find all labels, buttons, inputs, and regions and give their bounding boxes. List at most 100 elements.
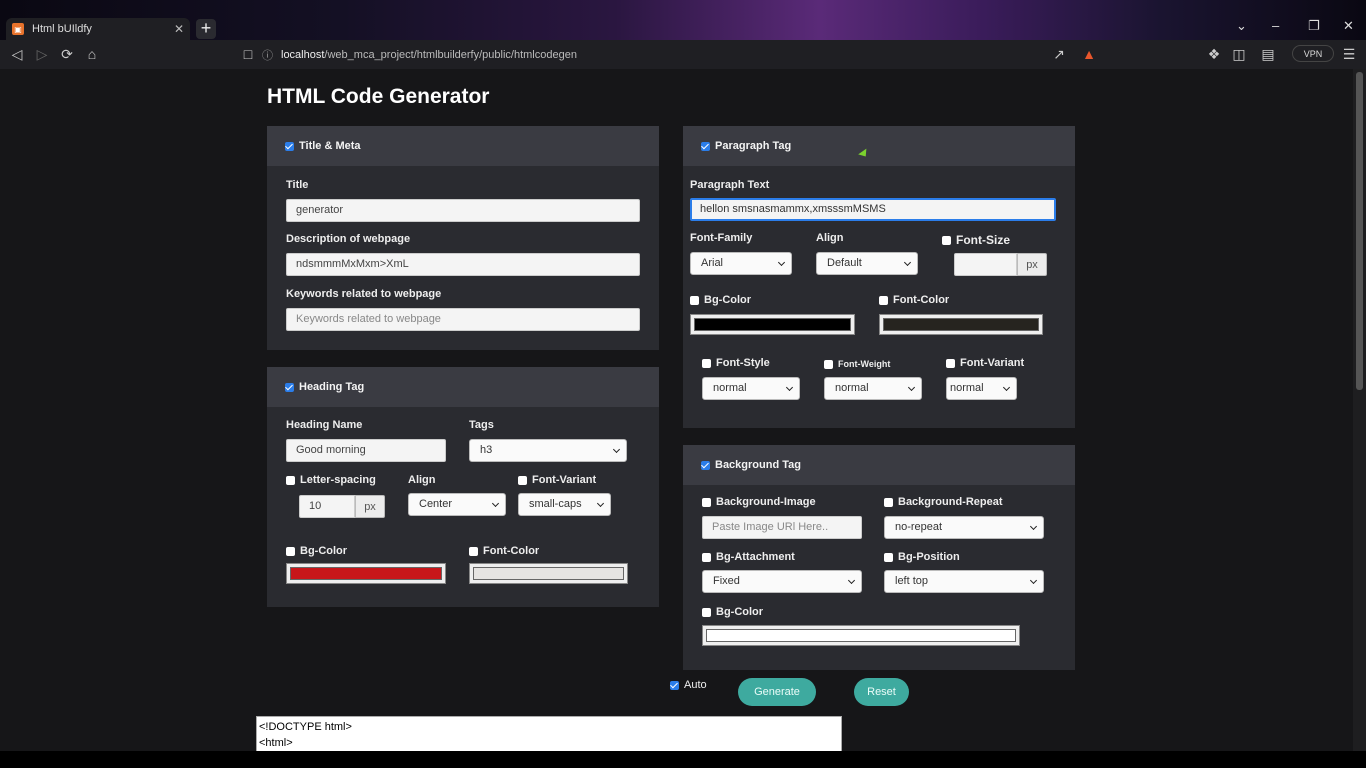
letter-spacing-input[interactable]: 10 — [299, 495, 355, 518]
heading-align-label: Align — [408, 474, 436, 486]
background-tag-checkbox[interactable] — [701, 460, 710, 470]
vpn-label: VPN — [1303, 48, 1323, 59]
font-weight-select[interactable]: normal — [824, 377, 922, 400]
bg-position-label: Bg-Position — [884, 551, 960, 563]
sidebar-icon[interactable]: ◫ — [1231, 46, 1247, 62]
paragraph-bg-color-checkbox[interactable] — [690, 295, 699, 305]
extensions-icon[interactable]: ❖ — [1206, 46, 1222, 62]
reset-button[interactable]: Reset — [854, 678, 909, 706]
paragraph-font-variant-checkbox[interactable] — [946, 358, 955, 368]
reload-icon[interactable]: ⟳ — [59, 46, 75, 62]
heading-bg-color-picker[interactable] — [286, 563, 446, 584]
bg-attachment-label: Bg-Attachment — [702, 551, 795, 563]
url-path: /web_mca_project/htmlbuilderfy/public/ht… — [324, 48, 577, 61]
home-icon[interactable]: ⌂ — [84, 46, 100, 62]
scrollbar-thumb[interactable] — [1356, 72, 1363, 390]
url-host: localhost — [281, 48, 325, 61]
generate-button[interactable]: Generate — [738, 678, 816, 706]
background-tag-header: Background Tag — [683, 445, 1075, 485]
auto-checkbox[interactable] — [670, 680, 679, 690]
bg-attachment-select[interactable]: Fixed — [702, 570, 862, 593]
background-repeat-select[interactable]: no-repeat — [884, 516, 1044, 539]
font-style-checkbox[interactable] — [702, 358, 711, 368]
page-scrollbar[interactable] — [1353, 69, 1366, 751]
heading-bg-color-checkbox[interactable] — [286, 546, 295, 556]
paragraph-tag-header: Paragraph Tag — [683, 126, 1075, 166]
font-size-label: Font-Size — [942, 233, 1010, 247]
code-line-1: <!DOCTYPE html> — [259, 721, 352, 733]
font-size-checkbox[interactable] — [942, 236, 951, 246]
close-tab-icon[interactable]: ✕ — [174, 22, 184, 36]
paragraph-align-select[interactable]: Default — [816, 252, 918, 275]
heading-tag-checkbox[interactable] — [285, 382, 294, 392]
font-size-unit: px — [1017, 253, 1047, 276]
paragraph-bg-color-fill — [694, 318, 851, 331]
tab-search-icon[interactable]: ⌄ — [1236, 18, 1247, 34]
font-family-label: Font-Family — [690, 232, 753, 244]
menu-icon[interactable]: ☰ — [1341, 46, 1357, 62]
browser-tab[interactable]: ▣ Html bUIldfy ✕ — [6, 18, 190, 40]
paragraph-font-color-picker[interactable] — [879, 314, 1043, 335]
font-family-select[interactable]: Arial — [690, 252, 792, 275]
minimize-icon[interactable]: – — [1272, 18, 1279, 33]
vpn-button[interactable]: VPN — [1292, 45, 1334, 62]
keywords-input[interactable]: Keywords related to webpage — [286, 308, 640, 331]
background-repeat-checkbox[interactable] — [884, 497, 893, 507]
bottom-bar — [0, 751, 1366, 768]
address-bar[interactable]: ⓘ localhost/web_mca_project/htmlbuilderf… — [262, 44, 1078, 65]
wallet-icon[interactable]: ▤ — [1260, 46, 1276, 62]
title-meta-checkbox[interactable] — [285, 141, 294, 151]
heading-align-select[interactable]: Center — [408, 493, 506, 516]
background-image-checkbox[interactable] — [702, 497, 711, 507]
bg-position-checkbox[interactable] — [884, 552, 893, 562]
tags-select[interactable]: h3 — [469, 439, 627, 462]
heading-font-variant-checkbox[interactable] — [518, 475, 527, 485]
paragraph-font-color-label: Font-Color — [879, 294, 949, 306]
forward-icon[interactable]: ▷ — [34, 46, 50, 62]
description-input[interactable]: ndsmmmMxMxm>XmL — [286, 253, 640, 276]
heading-name-input[interactable]: Good morning — [286, 439, 446, 462]
letter-spacing-unit: px — [355, 495, 385, 518]
heading-tag-label: Heading Tag — [299, 381, 365, 393]
brave-shield-icon[interactable]: ▲ — [1081, 46, 1097, 62]
background-bg-color-picker[interactable] — [702, 625, 1020, 646]
tags-label: Tags — [469, 419, 494, 431]
heading-font-color-checkbox[interactable] — [469, 546, 478, 556]
heading-tag-panel: Heading Tag Heading Name Good morning Ta… — [267, 367, 659, 607]
close-window-icon[interactable]: ✕ — [1343, 18, 1354, 34]
back-icon[interactable]: ◁ — [9, 46, 25, 62]
background-image-input[interactable]: Paste Image URl Here.. — [702, 516, 862, 539]
paragraph-bg-color-picker[interactable] — [690, 314, 855, 335]
heading-name-label: Heading Name — [286, 419, 363, 431]
heading-font-variant-select[interactable]: small-caps — [518, 493, 611, 516]
auto-label: Auto — [670, 679, 707, 691]
bookmark-icon[interactable]: □ — [240, 46, 256, 62]
site-info-icon[interactable]: ⓘ — [262, 47, 273, 63]
paragraph-font-variant-label: Font-Variant — [946, 357, 1024, 369]
share-icon[interactable]: ↗ — [1051, 46, 1067, 62]
new-tab-button[interactable]: + — [196, 19, 216, 39]
description-label: Description of webpage — [286, 233, 411, 245]
letter-spacing-checkbox[interactable] — [286, 475, 295, 485]
generated-code-output[interactable]: <!DOCTYPE html> <html> — [256, 716, 842, 751]
font-size-input[interactable] — [954, 253, 1017, 276]
paragraph-text-input[interactable]: hellon smsnasmammx,xmsssmMSMS — [690, 198, 1056, 221]
maximize-icon[interactable]: ❐ — [1308, 18, 1320, 34]
bg-position-select[interactable]: left top — [884, 570, 1044, 593]
paragraph-font-color-checkbox[interactable] — [879, 295, 888, 305]
paragraph-align-label: Align — [816, 232, 844, 244]
font-style-select[interactable]: normal — [702, 377, 800, 400]
title-input[interactable]: generator — [286, 199, 640, 222]
title-label: Title — [286, 179, 309, 191]
background-bg-color-checkbox[interactable] — [702, 607, 711, 617]
tab-title: Html bUIldfy — [32, 23, 92, 35]
paragraph-font-variant-select[interactable]: normal — [946, 377, 1017, 400]
page-title: HTML Code Generator — [267, 85, 490, 108]
heading-tag-header: Heading Tag — [267, 367, 659, 407]
letter-spacing-label: Letter-spacing — [286, 474, 376, 486]
bg-attachment-checkbox[interactable] — [702, 552, 711, 562]
paragraph-tag-checkbox[interactable] — [701, 141, 710, 151]
heading-bg-color-fill — [290, 567, 442, 580]
font-weight-checkbox[interactable] — [824, 360, 833, 370]
heading-font-color-picker[interactable] — [469, 563, 628, 584]
